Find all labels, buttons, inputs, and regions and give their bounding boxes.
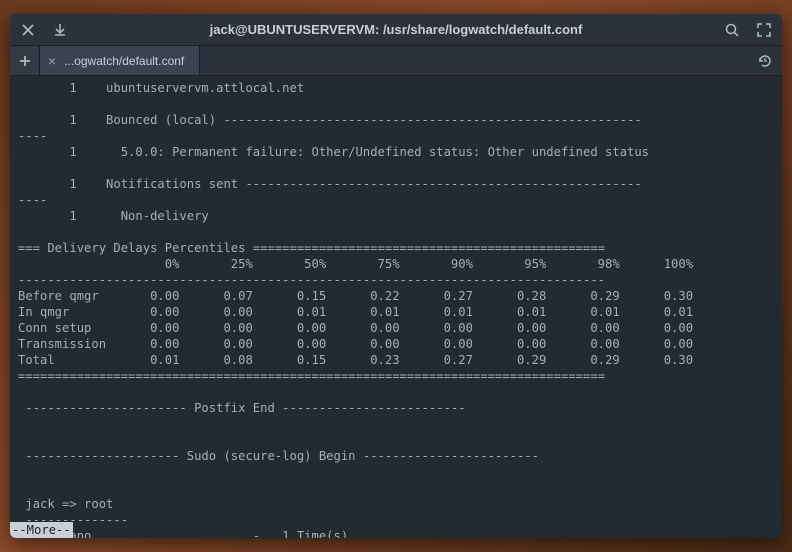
pager-prompt[interactable]: --More-- bbox=[10, 522, 73, 538]
output-line: Before qmgr 0.00 0.07 0.15 0.22 0.27 0.2… bbox=[18, 289, 693, 303]
close-icon[interactable] bbox=[20, 22, 36, 38]
output-line: Total 0.01 0.08 0.15 0.23 0.27 0.29 0.29… bbox=[18, 353, 693, 367]
history-icon[interactable] bbox=[748, 46, 782, 75]
output-line: ----------------------------------------… bbox=[18, 273, 605, 287]
output-line: 1 Bounced (local) ----------------------… bbox=[18, 113, 642, 127]
output-line: jack => root bbox=[18, 497, 113, 511]
tab-close-icon[interactable]: × bbox=[48, 53, 56, 69]
tabbar: × ...ogwatch/default.conf bbox=[10, 46, 782, 76]
output-line: --------------------- Sudo (secure-log) … bbox=[18, 449, 539, 463]
download-icon[interactable] bbox=[52, 22, 68, 38]
output-line: === Delivery Delays Percentiles ========… bbox=[18, 241, 605, 255]
output-line: 1 5.0.0: Permanent failure: Other/Undefi… bbox=[18, 145, 649, 159]
search-icon[interactable] bbox=[724, 22, 740, 38]
output-line: ---------------------- Postfix End -----… bbox=[18, 401, 466, 415]
output-line: 1 Non-delivery bbox=[18, 209, 209, 223]
fullscreen-icon[interactable] bbox=[756, 22, 772, 38]
tabbar-spacer bbox=[200, 46, 748, 75]
output-line: ---- bbox=[18, 193, 47, 207]
output-line: Conn setup 0.00 0.00 0.00 0.00 0.00 0.00… bbox=[18, 321, 693, 335]
tab-label: ...ogwatch/default.conf bbox=[64, 54, 184, 68]
output-line: 0% 25% 50% 75% 90% 95% 98% 100% bbox=[18, 257, 693, 271]
output-line: ---- bbox=[18, 129, 47, 143]
tab-active[interactable]: × ...ogwatch/default.conf bbox=[40, 46, 200, 75]
output-line: 1 Notifications sent -------------------… bbox=[18, 177, 642, 191]
new-tab-button[interactable] bbox=[10, 46, 40, 75]
titlebar: jack@UBUNTUSERVERVM: /usr/share/logwatch… bbox=[10, 14, 782, 46]
output-line: Transmission 0.00 0.00 0.00 0.00 0.00 0.… bbox=[18, 337, 693, 351]
output-line: ========================================… bbox=[18, 369, 605, 383]
terminal-output[interactable]: 1 ubuntuservervm.attlocal.net 1 Bounced … bbox=[10, 76, 782, 538]
terminal-window: jack@UBUNTUSERVERVM: /usr/share/logwatch… bbox=[10, 14, 782, 538]
output-line: In qmgr 0.00 0.00 0.01 0.01 0.01 0.01 0.… bbox=[18, 305, 693, 319]
output-line: 1 ubuntuservervm.attlocal.net bbox=[18, 81, 304, 95]
window-title: jack@UBUNTUSERVERVM: /usr/share/logwatch… bbox=[68, 22, 724, 37]
